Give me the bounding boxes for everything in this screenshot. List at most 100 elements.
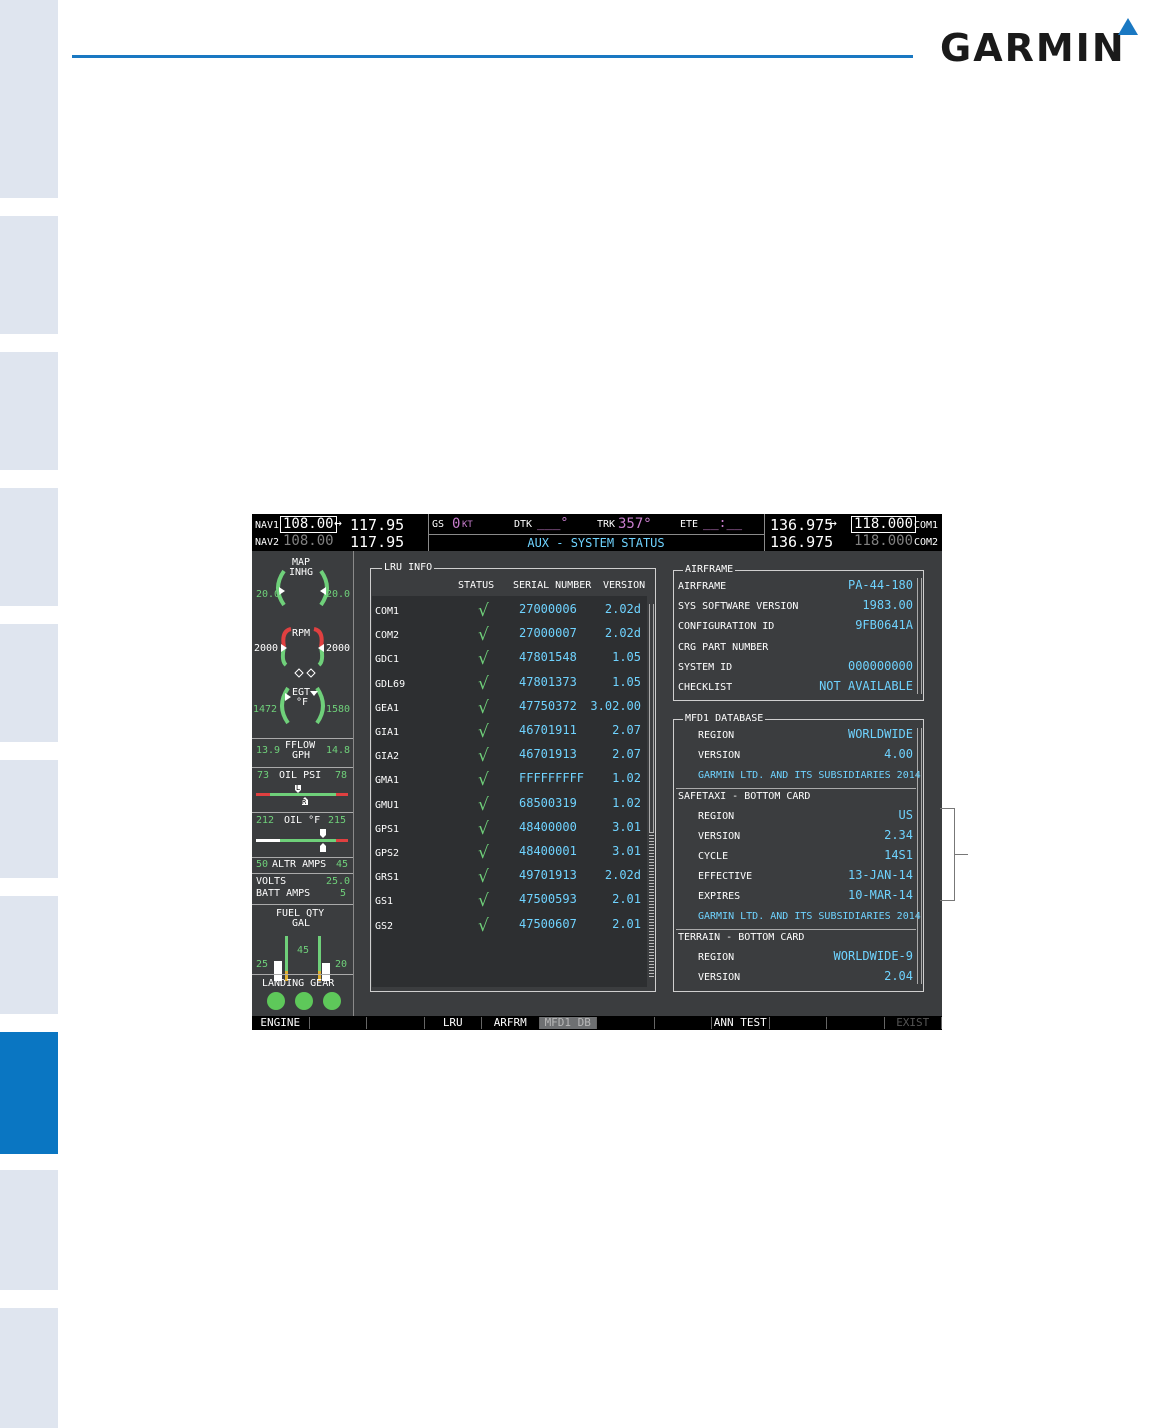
lru-serial: 49701913 [519,868,577,883]
airframe-value: 000000000 [847,658,913,673]
mfd-version-value: 4.00 [884,747,913,761]
divider [252,873,353,874]
softkey-blank-6[interactable] [597,1017,655,1029]
divider [252,812,353,813]
lru-row[interactable]: COM2 √ 27000007 2.02d [372,624,647,646]
nav1-standby-freq[interactable]: 117.95 [350,516,404,534]
fflow-right-value: 14.8 [326,745,351,756]
safetaxi-cycle-label: CYCLE [698,851,729,862]
softkey-engine[interactable]: ENGINE [252,1017,310,1029]
side-tab-10[interactable] [0,1308,58,1428]
nav1-active-freq[interactable]: 108.00 [280,516,337,533]
lru-serial: 68500319 [519,795,577,810]
lru-row[interactable]: COM1 √ 27000006 2.02d [372,600,647,622]
lru-serial: 48400000 [519,819,577,834]
softkey-blank-9[interactable] [770,1017,827,1029]
lru-name: GIA2 [375,751,400,763]
side-tab-3[interactable] [0,352,58,470]
softkey-lru[interactable]: LRU [425,1017,482,1029]
callout-leader [954,854,968,855]
safetaxi-region-value: US [898,808,913,822]
status-check-icon: √ [478,794,489,815]
lru-row[interactable]: GS1 √ 47500593 2.01 [372,890,647,912]
lru-row[interactable]: GMU1 √ 68500319 1.02 [372,794,647,816]
lru-row[interactable]: GPS2 √ 48400001 3.01 [372,842,647,864]
terrain-region-label: REGION [698,952,735,963]
fuel-mid-value: 45 [297,945,310,956]
lru-row[interactable]: GIA1 √ 46701911 2.07 [372,721,647,743]
airframe-value: PA-44-180 [847,578,913,592]
callout-bracket-top [940,808,954,809]
divider [252,738,353,739]
nav1-swap-icon[interactable]: ↔ [334,516,342,531]
side-tab-1[interactable] [0,0,58,198]
com2-standby-freq[interactable]: 136.975 [770,533,833,551]
status-check-icon: √ [478,722,489,742]
softkey-exist[interactable]: EXIST [885,1017,942,1029]
lru-row[interactable]: GDL69 √ 47801373 1.05 [372,673,647,695]
softkey-blank-10[interactable] [827,1017,885,1029]
lru-row[interactable]: GRS1 √ 49701913 2.02d [372,866,647,888]
lru-row[interactable]: GPS1 √ 48400000 3.01 [372,818,647,840]
terrain-title: TERRAIN - BOTTOM CARD [678,932,805,943]
airframe-label: CONFIGURATION ID [678,621,775,633]
side-tab-2[interactable] [0,216,58,334]
lru-row[interactable]: GIA2 √ 46701913 2.07 [372,745,647,767]
side-tab-7[interactable] [0,896,58,1014]
com1-active-freq[interactable]: 118.000 [851,516,917,533]
lru-info-title: LRU INFO [382,562,435,573]
airframe-label: SYSTEM ID [678,661,733,673]
lru-row[interactable]: GMA1 √ FFFFFFFFF 1.02 [372,769,647,791]
egt-right-value: 1580 [326,704,351,715]
airframe-value: NOT AVAILABLE [819,679,913,693]
divider [252,857,353,858]
mfd-database-scrollbar[interactable] [917,728,922,984]
com1-label: COM1 [914,520,939,531]
softkey-blank-7[interactable] [655,1017,712,1029]
softkey-arfrm[interactable]: ARFRM [482,1017,540,1029]
fuel-right-value: 20 [335,959,348,970]
lru-row[interactable]: GS2 √ 47500607 2.01 [372,915,647,937]
softkey-blank-1[interactable] [310,1017,367,1029]
status-check-icon: √ [478,649,489,670]
divider [676,929,916,930]
garmin-logo: GARMIN [940,18,1140,70]
com1-swap-icon[interactable]: ↔ [829,516,837,531]
status-check-icon: √ [478,770,489,791]
terrain-region-value: WORLDWIDE-9 [833,949,913,963]
status-check-icon: √ [478,818,489,839]
softkey-ann-test[interactable]: ANN TEST [712,1017,770,1029]
lru-scrollbar-thumb[interactable] [649,832,654,977]
safetaxi-region-label: REGION [698,811,735,822]
side-tab-active[interactable] [0,1032,58,1154]
lru-version: 1.05 [612,650,641,665]
lru-row[interactable]: GDC1 √ 47801548 1.05 [372,648,647,670]
oilpsi-right-value: 78 [335,770,348,781]
lru-version-header: VERSION [603,580,646,591]
softkey-mfd1-db[interactable]: MFD1 DB [539,1017,597,1029]
fflow-unit: GPH [292,750,311,761]
side-tab-6[interactable] [0,760,58,878]
side-tab-4[interactable] [0,488,58,606]
oilf-label: OIL °F [284,815,321,826]
com1-standby-freq[interactable]: 136.975 [770,516,833,534]
nav2-active-freq[interactable]: 108.00 [283,533,334,549]
side-tab-9[interactable] [0,1170,58,1290]
lru-row[interactable]: GEA1 √ 47750372 3.02.00 [372,697,647,719]
lru-name: GDC1 [375,654,400,666]
lru-serial: 47801548 [519,650,577,665]
nav2-standby-freq[interactable]: 117.95 [350,533,404,551]
status-check-icon: √ [478,891,489,912]
rpm-right-value: 2000 [326,643,351,654]
softkey-blank-2[interactable] [367,1017,425,1029]
safetaxi-copyright: GARMIN LTD. AND ITS SUBSIDIARIES 2014 [698,911,921,922]
lru-serial: 27000006 [519,602,577,616]
altr-right-value: 45 [336,859,349,870]
side-tab-5[interactable] [0,624,58,742]
divider [252,767,353,768]
oilf-left-value: 212 [256,815,275,826]
com2-active-freq[interactable]: 118.000 [854,533,913,549]
airframe-scrollbar[interactable] [917,578,922,694]
engine-panel: MAP INHG 20.0 20.0 RPM 2000 2000 EGT °F … [252,551,353,1016]
gear-nose-indicator [295,992,313,1010]
